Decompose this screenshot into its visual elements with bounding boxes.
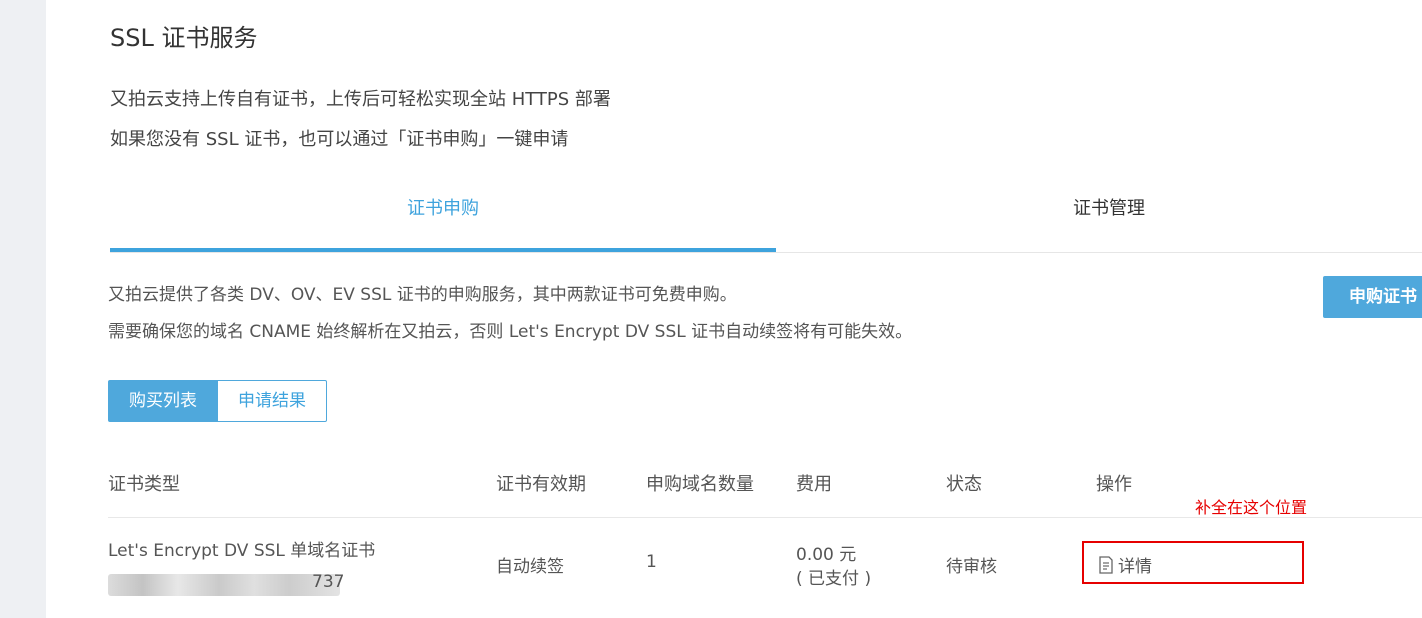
apply-result-tab[interactable]: 申请结果 (218, 380, 327, 422)
header-fee: 费用 (796, 474, 832, 495)
intro-line-2: 如果您没有 SSL 证书，也可以通过「证书申购」一键申请 (110, 129, 569, 150)
cert-type-cell: Let's Encrypt DV SSL 单域名证书 (108, 541, 376, 561)
header-status: 状态 (946, 474, 982, 495)
description-line-2: 需要确保您的域名 CNAME 始终解析在又拍云，否则 Let's Encrypt… (108, 322, 913, 342)
description-line-1: 又拍云提供了各类 DV、OV、EV SSL 证书的申购服务，其中两款证书可免费申… (108, 285, 737, 305)
intro-text: 又拍云支持上传自有证书，上传后可轻松实现全站 HTTPS 部署 如果您没有 SS… (110, 86, 611, 166)
detail-link[interactable]: 详情 (1098, 552, 1152, 577)
blurred-cert-id (108, 574, 340, 596)
list-switcher: 购买列表 申请结果 (108, 380, 327, 422)
intro-line-1: 又拍云支持上传自有证书，上传后可轻松实现全站 HTTPS 部署 (110, 89, 611, 110)
header-domain-count: 申购域名数量 (646, 474, 754, 495)
header-cert-type: 证书类型 (108, 474, 180, 495)
domain-count-cell: 1 (646, 552, 657, 572)
fee-note-cell: ( 已支付 ) (796, 569, 872, 589)
page-title: SSL 证书服务 (110, 24, 258, 52)
tab-bar: 证书申购 证书管理 (110, 188, 1422, 253)
validity-cell: 自动续签 (496, 557, 564, 577)
purchase-description: 又拍云提供了各类 DV、OV、EV SSL 证书的申购服务，其中两款证书可免费申… (108, 280, 912, 354)
purchase-list-tab[interactable]: 购买列表 (108, 380, 218, 422)
header-ops: 操作 (1096, 474, 1132, 495)
cert-id-suffix: 737 (312, 572, 345, 592)
fee-cell: 0.00 元 (796, 545, 857, 565)
cert-table: 证书类型 证书有效期 申购域名数量 费用 状态 操作 Let's Encrypt… (108, 450, 1422, 618)
tab-manage[interactable]: 证书管理 (776, 188, 1422, 250)
tab-purchase[interactable]: 证书申购 (110, 188, 776, 252)
detail-label: 详情 (1118, 557, 1152, 577)
left-sidebar-strip (0, 0, 46, 618)
status-cell: 待审核 (946, 557, 997, 577)
purchase-cert-button[interactable]: 申购证书 (1323, 276, 1422, 318)
document-icon (1098, 555, 1114, 574)
annotation-note: 补全在这个位置 (1195, 498, 1308, 517)
header-validity: 证书有效期 (496, 474, 586, 495)
